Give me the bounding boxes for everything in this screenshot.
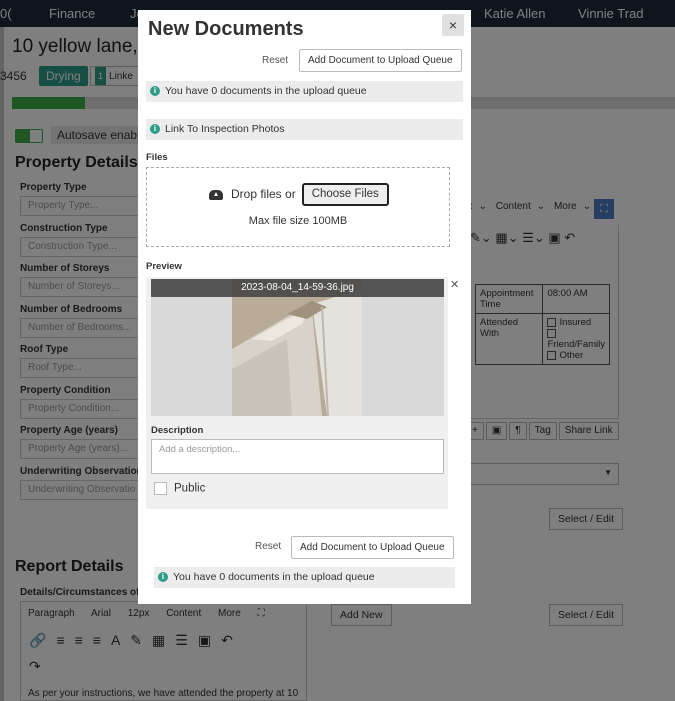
link-inspection-text: Link To Inspection Photos (165, 123, 285, 135)
close-icon[interactable]: × (442, 14, 464, 36)
modal-title: New Documents (148, 18, 304, 40)
public-label: Public (174, 482, 206, 495)
file-dropzone[interactable]: Drop files or Choose Files Max file size … (146, 167, 450, 247)
queue-status-text-bottom: You have 0 documents in the upload queue (173, 571, 375, 583)
new-documents-modal: New Documents × Reset Add Document to Up… (138, 10, 471, 604)
dropzone-row: Drop files or Choose Files (209, 182, 389, 207)
remove-file-icon[interactable]: ✕ (450, 278, 459, 291)
cloud-upload-icon (209, 189, 223, 200)
choose-files-button[interactable]: Choose Files (301, 183, 389, 207)
link-inspection-photos[interactable]: i Link To Inspection Photos (146, 119, 463, 140)
max-file-size: Max file size 100MB (248, 215, 348, 227)
files-label: Files (146, 152, 168, 163)
image-preview: 2023-08-04_14-59-36.jpg (151, 279, 444, 416)
add-to-queue-button[interactable]: Add Document to Upload Queue (299, 49, 462, 72)
reset-button[interactable]: Reset (262, 55, 288, 66)
description-label: Description (151, 425, 204, 436)
public-checkbox[interactable] (154, 482, 167, 495)
reset-button-bottom[interactable]: Reset (255, 541, 281, 552)
preview-label: Preview (146, 261, 182, 272)
public-row: Public (154, 482, 205, 495)
preview-photo (232, 279, 362, 416)
queue-status-text: You have 0 documents in the upload queue (165, 85, 367, 97)
drop-files-text: Drop files or (231, 187, 296, 201)
info-icon: i (158, 572, 168, 583)
info-icon: i (150, 86, 160, 97)
file-name: 2023-08-04_14-59-36.jpg (151, 279, 444, 297)
queue-status-bar-bottom: i You have 0 documents in the upload queu… (154, 567, 455, 588)
info-icon: i (150, 124, 160, 135)
file-preview-card: 2023-08-04_14-59-36.jpg Description Add … (146, 277, 448, 509)
add-to-queue-button-bottom[interactable]: Add Document to Upload Queue (291, 536, 454, 559)
queue-status-bar: i You have 0 documents in the upload queu… (146, 81, 463, 102)
description-input[interactable]: Add a description... (151, 439, 444, 474)
